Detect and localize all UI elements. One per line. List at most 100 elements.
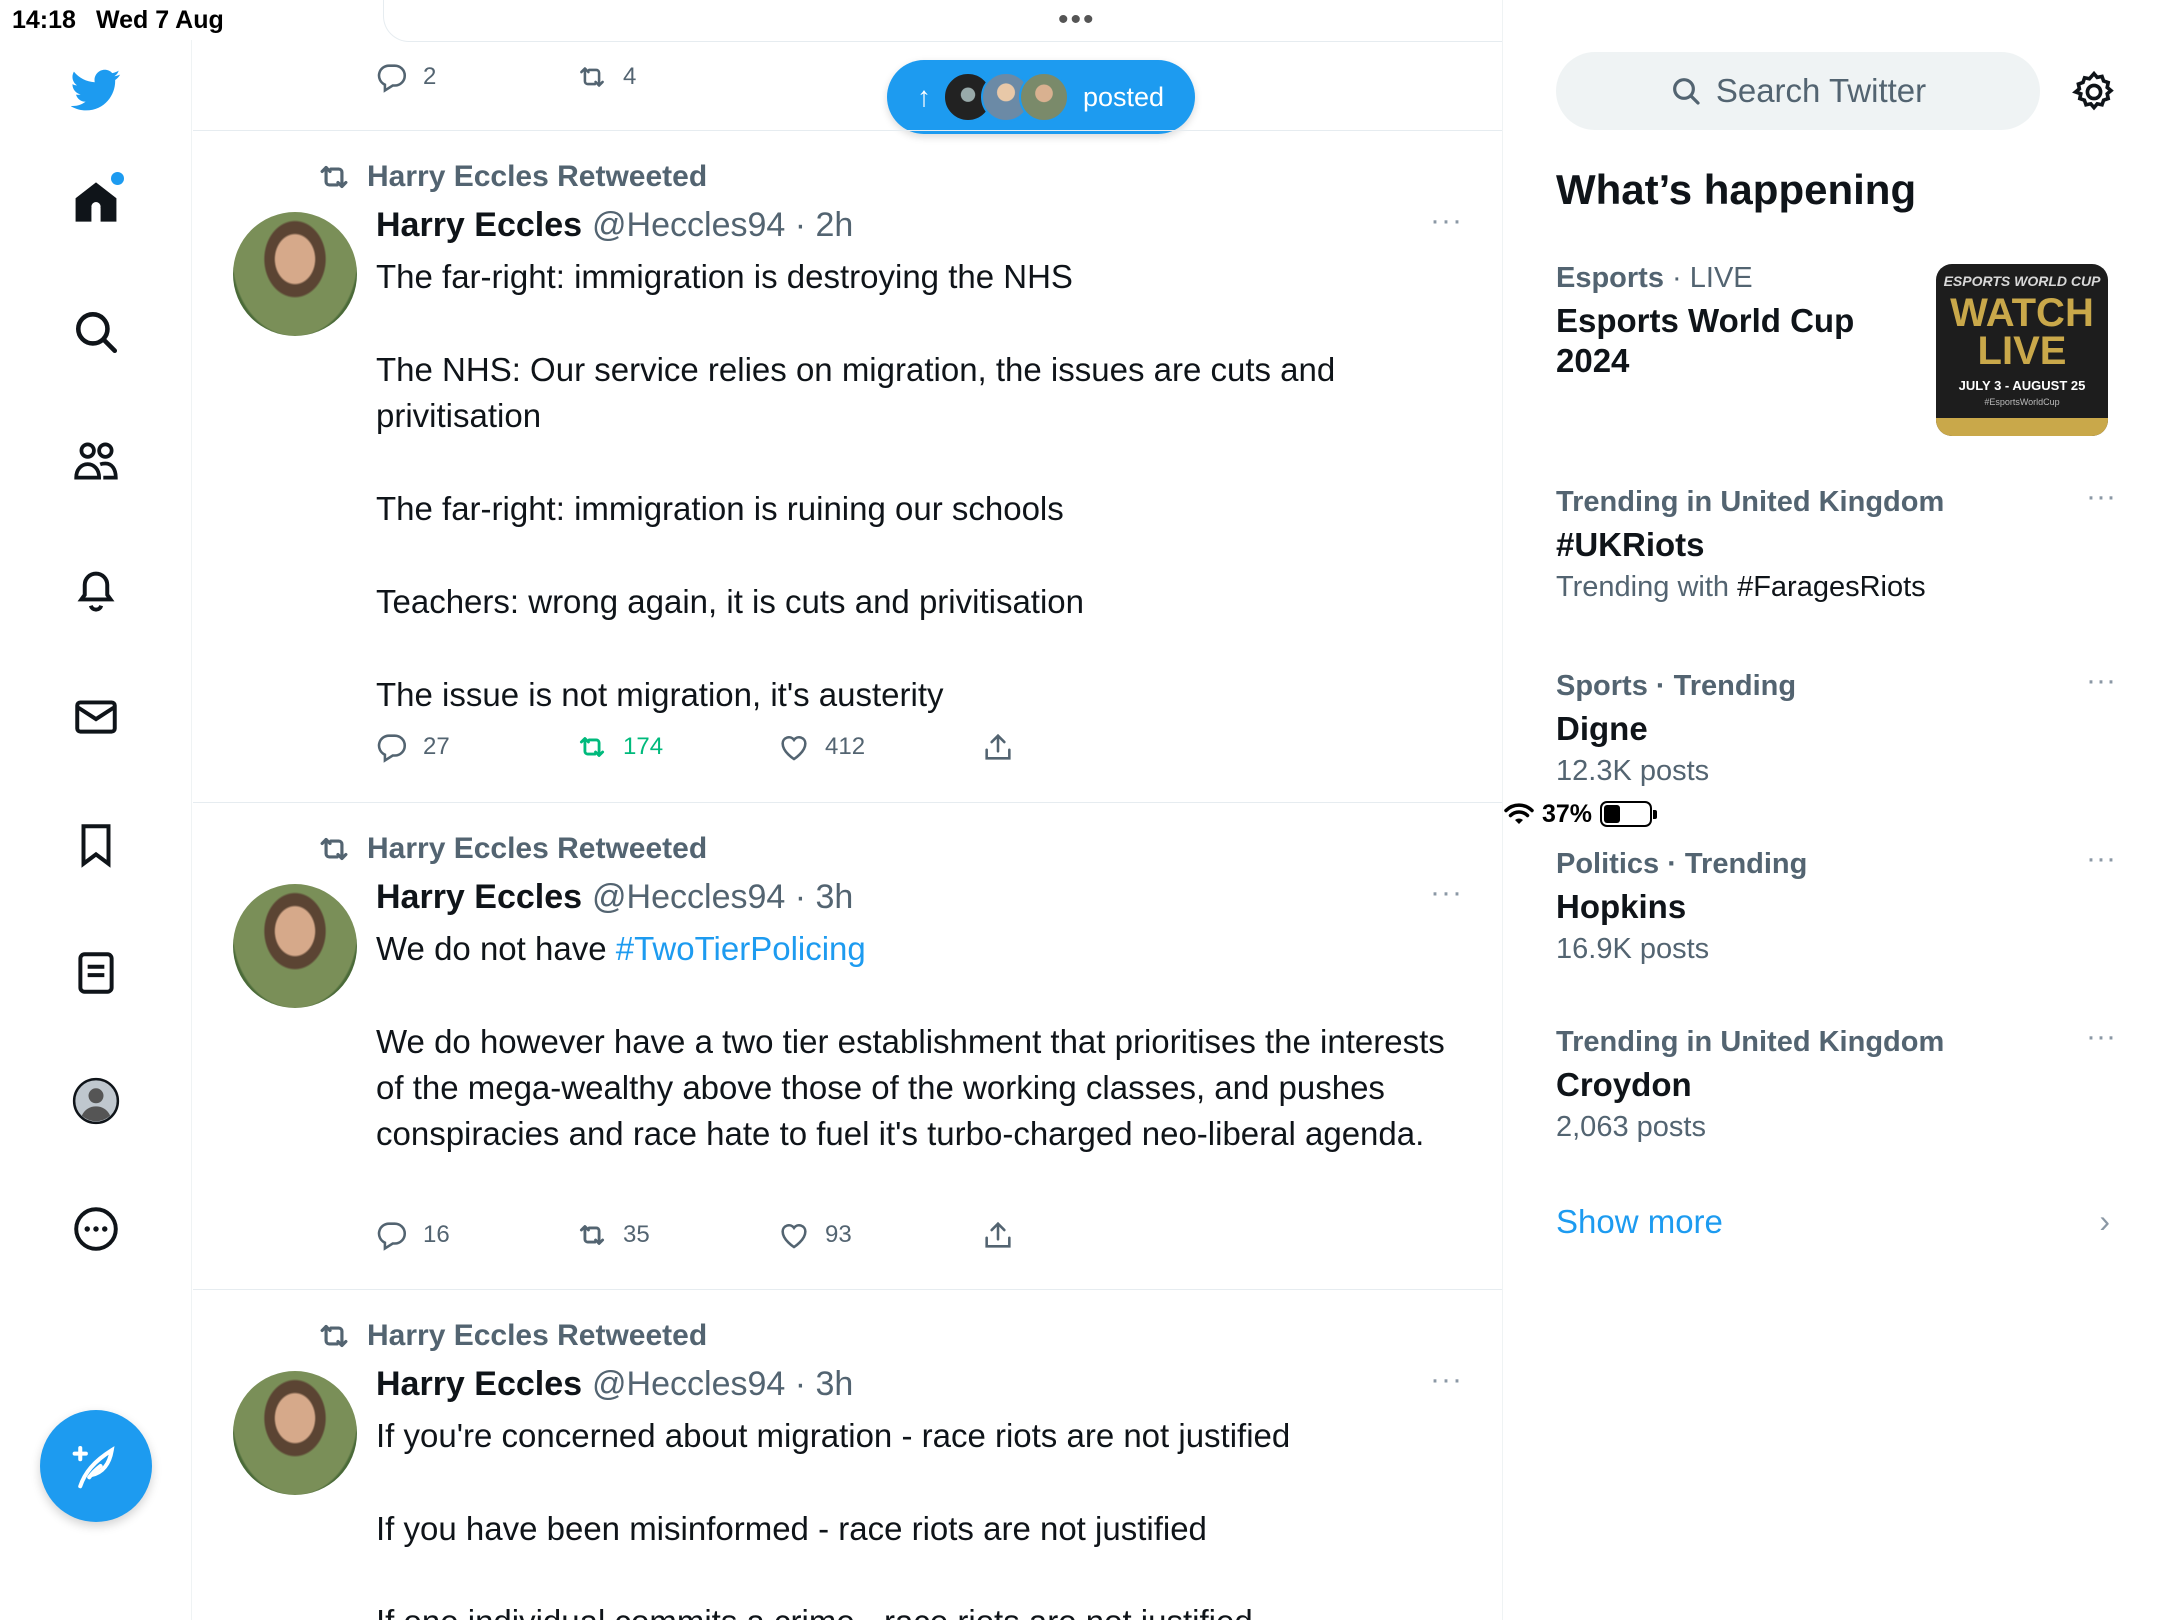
trend-more-button[interactable]: ···	[2086, 842, 2116, 876]
retweet-icon	[579, 1225, 605, 1245]
pill-avatars	[943, 72, 1069, 122]
trend-subtitle: Trending with #FaragesRiots	[1556, 571, 1926, 603]
retweet-icon	[320, 165, 348, 189]
retweeted-by-label: Harry Eccles Retweeted	[367, 832, 708, 865]
search-input[interactable]: Search Twitter	[1556, 52, 2040, 130]
reply-icon	[377, 734, 407, 763]
reply-button[interactable]: 2	[375, 60, 436, 94]
trend-context: Esports · LIVE	[1556, 262, 1753, 294]
share-button[interactable]	[981, 730, 1015, 764]
home-icon[interactable]	[56, 162, 136, 242]
trend-related-tag[interactable]: #FaragesRiots	[1737, 571, 1926, 603]
trend-context: Sports · Trending	[1556, 670, 1797, 702]
trend-item[interactable]: Sports · Trending Digne 12.3K posts ···	[1556, 664, 2116, 788]
trend-post-count: 12.3K posts	[1556, 755, 1710, 787]
trend-item[interactable]: Esports · LIVE Esports World Cup 2024	[1556, 262, 1936, 381]
retweet-count: 4	[623, 63, 637, 90]
reply-button[interactable]: 27	[375, 730, 450, 764]
right-sidebar: Search Twitter What’s happening Esports …	[1504, 0, 2160, 1620]
avatar[interactable]	[233, 1371, 357, 1495]
retweet-icon	[579, 737, 605, 757]
notifications-bell-icon[interactable]	[56, 549, 136, 629]
messages-envelope-icon[interactable]	[56, 677, 136, 757]
show-more-link[interactable]: Show more ›	[1556, 1203, 2116, 1241]
avatar[interactable]	[233, 884, 357, 1008]
new-posts-pill[interactable]: ↑ posted	[887, 60, 1195, 134]
reply-count: 2	[423, 63, 437, 90]
reply-count: 27	[423, 733, 450, 760]
tweet-text: If you're concerned about migration - ra…	[376, 1413, 1466, 1620]
tweet[interactable]: Harry Eccles Retweeted Harry Eccles @Hec…	[193, 802, 1502, 1289]
twitter-logo-icon[interactable]	[56, 50, 136, 130]
author-name[interactable]: Harry Eccles	[376, 206, 582, 245]
compose-tweet-button[interactable]	[40, 1410, 152, 1522]
retweet-count: 174	[623, 733, 664, 760]
trend-item[interactable]: Politics · Trending Hopkins 16.9K posts …	[1556, 842, 2116, 966]
author-name[interactable]: Harry Eccles	[376, 878, 582, 917]
compose-feather-icon	[72, 1445, 115, 1489]
like-count: 412	[825, 733, 866, 760]
tweet-more-button[interactable]: ···	[1430, 1363, 1463, 1397]
tweet-paragraph: The far-right: immigration is destroying…	[376, 258, 1073, 295]
profile-avatar-icon[interactable]	[56, 1061, 136, 1141]
like-button[interactable]: 93	[777, 1218, 852, 1252]
trend-context: Trending in United Kingdom	[1556, 486, 1945, 518]
retweet-button[interactable]: 4	[575, 60, 636, 94]
tweet-more-button[interactable]: ···	[1430, 876, 1463, 910]
bookmarks-icon[interactable]	[56, 805, 136, 885]
reply-button[interactable]: 16	[375, 1218, 450, 1252]
tweet-header: Harry Eccles @Heccles94 · 3h	[376, 1365, 853, 1404]
trend-item[interactable]: Trending in United Kingdom Croydon 2,063…	[1556, 1020, 2116, 1144]
communities-icon[interactable]	[56, 421, 136, 501]
more-options-icon[interactable]	[56, 1189, 136, 1269]
retweeted-by-label: Harry Eccles Retweeted	[367, 1319, 708, 1352]
clock: 14:18	[12, 6, 76, 34]
reply-icon	[377, 1222, 407, 1251]
tweet-text-prefix: We do not have	[376, 930, 616, 967]
trend-title: Esports World Cup 2024	[1556, 302, 1855, 379]
trend-more-button[interactable]: ···	[2086, 480, 2116, 514]
tweet-more-button[interactable]: ···	[1430, 204, 1463, 238]
settings-gear-icon[interactable]	[2070, 68, 2118, 116]
tweet-header: Harry Eccles @Heccles94 · 3h	[376, 878, 853, 917]
tweet-paragraph: The NHS: Our service relies on migration…	[376, 351, 1336, 434]
timeline: 2 4 ↑ posted Harry Eccles Retweeted Harr…	[193, 0, 1503, 1620]
retweet-button[interactable]: 174	[575, 730, 663, 764]
hashtag-link[interactable]: #TwoTierPolicing	[616, 930, 866, 967]
share-button[interactable]	[981, 1218, 1015, 1252]
trend-post-count: 2,063 posts	[1556, 1111, 1706, 1143]
tweet-paragraph: We do however have a two tier establishm…	[376, 1023, 1445, 1152]
thumb-brand: ESPORTS WORLD CUP	[1943, 273, 2101, 289]
trend-thumbnail[interactable]: ESPORTS WORLD CUP WATCH LIVE JULY 3 - AU…	[1936, 264, 2108, 436]
trend-more-button[interactable]: ···	[2086, 664, 2116, 698]
lists-icon[interactable]	[56, 933, 136, 1013]
thumb-tag: #EsportsWorldCup	[1984, 397, 2060, 407]
trend-title: Hopkins	[1556, 888, 1687, 925]
trend-more-button[interactable]: ···	[2086, 1020, 2116, 1054]
heart-icon	[781, 736, 807, 761]
author-name[interactable]: Harry Eccles	[376, 1365, 582, 1404]
trend-context: Politics · Trending	[1556, 848, 1808, 880]
tweet[interactable]: Harry Eccles Retweeted Harry Eccles @Hec…	[193, 1289, 1502, 1620]
tweet-paragraph: If one individual commits a crime - race…	[376, 1599, 1466, 1620]
quoted-card-edge	[383, 0, 1502, 42]
tweet-paragraph: If you're concerned about migration - ra…	[376, 1417, 1291, 1454]
search-icon	[1672, 78, 1700, 105]
avatar[interactable]	[233, 212, 357, 336]
trend-title: Croydon	[1556, 1066, 1692, 1103]
trend-live-label: · LIVE	[1663, 262, 1753, 294]
retweeted-by: Harry Eccles Retweeted	[315, 1317, 707, 1355]
retweeted-by-label: Harry Eccles Retweeted	[367, 160, 708, 193]
avatar	[1019, 72, 1069, 122]
share-icon	[985, 1221, 1011, 1248]
like-button[interactable]: 412	[777, 730, 865, 764]
trend-item[interactable]: Trending in United Kingdom #UKRiots Tren…	[1556, 480, 2116, 604]
retweet-icon	[580, 67, 604, 87]
trend-title: #UKRiots	[1556, 526, 1705, 563]
explore-search-icon[interactable]	[56, 292, 136, 372]
retweet-button[interactable]: 35	[575, 1218, 650, 1252]
show-more-label: Show more	[1556, 1203, 1723, 1240]
tweet-paragraph: Teachers: wrong again, it is cuts and pr…	[376, 583, 1085, 620]
tweet[interactable]: Harry Eccles Retweeted Harry Eccles @Hec…	[193, 130, 1502, 802]
trend-context: Trending in United Kingdom	[1556, 1026, 1945, 1058]
